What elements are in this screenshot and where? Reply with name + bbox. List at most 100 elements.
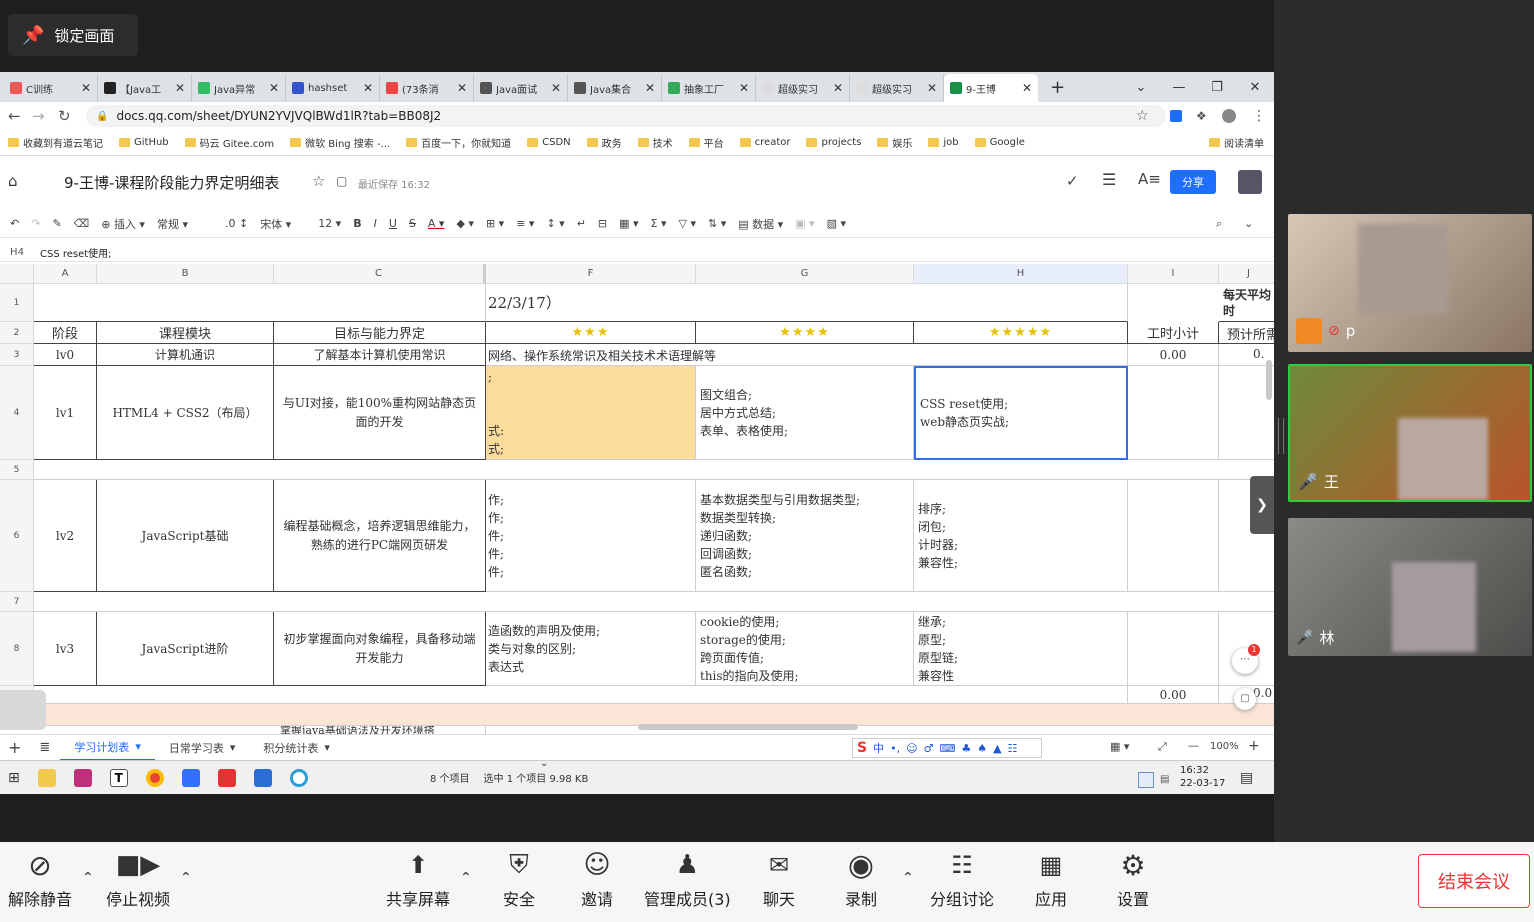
bookmark-item[interactable]: job — [928, 137, 959, 148]
cell-i4[interactable] — [1128, 366, 1219, 460]
header-hours-subtotal[interactable]: 工时小计 — [1128, 322, 1219, 344]
sheet-list-icon[interactable]: ≣ — [29, 740, 60, 755]
bookmark-item[interactable]: 技术 — [637, 135, 673, 150]
valign-icon[interactable]: ↕ ▾ — [546, 217, 564, 230]
sheet-tab-daily-study[interactable]: 日常学习表 ▾ — [155, 735, 250, 761]
cell-c8[interactable]: 初步掌握面向对象编程，具备移动端开发能力 — [274, 612, 486, 686]
share-button[interactable]: 分享 — [1170, 170, 1216, 194]
cell-row5[interactable] — [34, 460, 1274, 480]
browser-tab[interactable]: 【Java工 ✕ — [98, 74, 192, 102]
add-sheet-icon[interactable]: + — [0, 738, 29, 757]
close-tab-icon[interactable]: ✕ — [739, 81, 749, 95]
url-input[interactable]: 🔒 docs.qq.com/sheet/DYUN2YVJVQlBWd1lR?ta… — [86, 105, 1166, 127]
sheet-tab-points[interactable]: 积分统计表 ▾ — [249, 735, 344, 761]
sort-icon[interactable]: ⇅ ▾ — [708, 217, 726, 230]
home-icon[interactable]: ⌂ — [8, 172, 18, 190]
row-header[interactable]: 4 — [0, 366, 34, 460]
align-icon[interactable]: ≡ ▾ — [516, 217, 534, 230]
bookmark-item[interactable]: 阅读清单 — [1209, 135, 1264, 150]
redo-icon[interactable]: ↷ — [31, 217, 40, 230]
collapse-toolbar-icon[interactable]: ⌄ — [1244, 217, 1253, 230]
freeze-icon[interactable]: ▦ ▾ — [619, 217, 638, 230]
participant-video-p[interactable]: ⊘ p — [1288, 214, 1532, 352]
new-tab-button[interactable]: + — [1038, 74, 1077, 102]
more-menu-icon[interactable]: ⋮ — [1252, 108, 1266, 124]
bookmark-item[interactable]: 微软 Bing 搜索 -... — [290, 135, 390, 150]
chevron-down-icon[interactable]: ⌄ — [1122, 80, 1160, 95]
protect-icon[interactable]: ▣ ▾ — [795, 217, 814, 230]
column-header-i[interactable]: I — [1128, 264, 1219, 284]
filter-icon[interactable]: ▽ ▾ — [679, 217, 696, 230]
zoom-level[interactable]: 100% — [1210, 741, 1239, 752]
folder-icon[interactable]: ▢ — [336, 174, 347, 188]
underline-icon[interactable]: U — [389, 217, 397, 230]
windows-start-icon[interactable]: ⊞ — [8, 770, 20, 786]
side-handle[interactable] — [0, 690, 46, 730]
cell-g8[interactable]: cookie的使用; storage的使用; 跨页面传值; this的指向及使用… — [696, 612, 914, 686]
share-screen-button[interactable]: ⬆ 共享屏幕 — [386, 848, 450, 910]
row-header[interactable]: 5 — [0, 460, 34, 480]
security-button[interactable]: ⛨ 安全 — [500, 848, 538, 910]
cell-f1-title[interactable]: 22/3/17） — [486, 284, 1128, 322]
panel-resize-handle[interactable] — [1278, 418, 1284, 454]
photos-icon[interactable] — [253, 768, 272, 787]
browser-tab[interactable]: Java异常 ✕ — [192, 74, 286, 102]
cell-i9[interactable]: 0.00 — [1128, 686, 1219, 704]
close-tab-icon[interactable]: ✕ — [363, 81, 373, 95]
cell-f4[interactable]: ; 式: 式; — [486, 366, 696, 460]
cell-c3[interactable]: 了解基本计算机使用常识 — [274, 344, 486, 366]
browser-tab[interactable]: hashset ✕ — [286, 74, 380, 102]
view-grid-icon[interactable]: ▦ ▾ — [1110, 740, 1129, 753]
row-header[interactable]: 7 — [0, 592, 34, 612]
italic-icon[interactable]: I — [374, 217, 377, 230]
horizontal-scrollbar[interactable] — [638, 724, 858, 730]
expand-panel-button[interactable]: ❯ — [1250, 476, 1274, 534]
cell-f3[interactable]: 网络、操作系统常识及相关技术术语理解等 — [486, 344, 1128, 366]
breakout-rooms-button[interactable]: ☷ 分组讨论 — [930, 848, 994, 910]
chrome-icon[interactable] — [145, 768, 164, 787]
cell-row7[interactable] — [34, 592, 1274, 612]
data-menu[interactable]: ▤ 数据 ▾ — [738, 216, 783, 232]
cell-b6[interactable]: JavaScript基础 — [97, 480, 274, 592]
clear-format-icon[interactable]: ⌫ — [74, 217, 90, 230]
row-header[interactable]: 2 — [0, 322, 34, 344]
maximize-icon[interactable]: ❐ — [1198, 80, 1236, 95]
bookmark-item[interactable]: 百度一下，你就知道 — [406, 135, 511, 150]
bookmark-item[interactable]: CSDN — [527, 137, 571, 148]
intellij-icon[interactable] — [73, 768, 92, 787]
close-tab-icon[interactable]: ✕ — [269, 81, 279, 95]
apps-button[interactable]: ▦ 应用 — [1032, 848, 1070, 910]
header-stage[interactable]: 阶段 — [34, 322, 97, 344]
row-header[interactable]: 8 — [0, 612, 34, 686]
column-header-b[interactable]: B — [97, 264, 274, 284]
cell-b3[interactable]: 计算机通识 — [97, 344, 274, 366]
cell-c6[interactable]: 编程基础概念，培养逻辑思维能力，熟练的进行PC端网页研发 — [274, 480, 486, 592]
lock-screen-button[interactable]: 📌 锁定画面 — [8, 14, 138, 56]
close-tab-icon[interactable]: ✕ — [551, 81, 561, 95]
bookmark-item[interactable]: 平台 — [688, 135, 724, 150]
row-header[interactable]: 3 — [0, 344, 34, 366]
header-level-3-stars[interactable]: ★★★ — [486, 322, 696, 344]
header-goal[interactable]: 目标与能力界定 — [274, 322, 486, 344]
reload-icon[interactable]: ↻ — [58, 107, 71, 125]
cell-g4[interactable]: 图文组合; 居中方式总结; 表单、表格使用; — [696, 366, 914, 460]
add-comment-icon[interactable]: ✓ — [1066, 172, 1079, 190]
wps-icon[interactable] — [217, 768, 236, 787]
search-app-icon[interactable] — [289, 768, 308, 787]
participant-video-lin[interactable]: 🎤 林 — [1288, 518, 1532, 656]
fill-color-icon[interactable]: ◆ ▾ — [456, 217, 473, 230]
browser-tab[interactable]: C训练 ✕ — [4, 74, 98, 102]
column-header-h[interactable]: H — [914, 264, 1128, 284]
format-painter-icon[interactable]: ✎ — [52, 217, 61, 230]
header-level-4-stars[interactable]: ★★★★ — [696, 322, 914, 344]
search-icon[interactable]: ⌕ — [1216, 217, 1222, 231]
bookmark-item[interactable]: projects — [806, 137, 861, 148]
column-header-g[interactable]: G — [696, 264, 914, 284]
ime-toolbar[interactable]: S 中 •, ☺ ♂ ⌨ ♣ ♠ ▲ ☷ — [852, 738, 1042, 758]
cell-a3[interactable]: lv0 — [34, 344, 97, 366]
video-options-caret[interactable]: ⌃ — [180, 870, 192, 886]
corner-header[interactable] — [0, 264, 34, 284]
cell-b4[interactable]: HTML4 + CSS2（布局） — [97, 366, 274, 460]
font-color-icon[interactable]: A ▾ — [428, 217, 445, 230]
cell-row9[interactable] — [34, 686, 1128, 704]
